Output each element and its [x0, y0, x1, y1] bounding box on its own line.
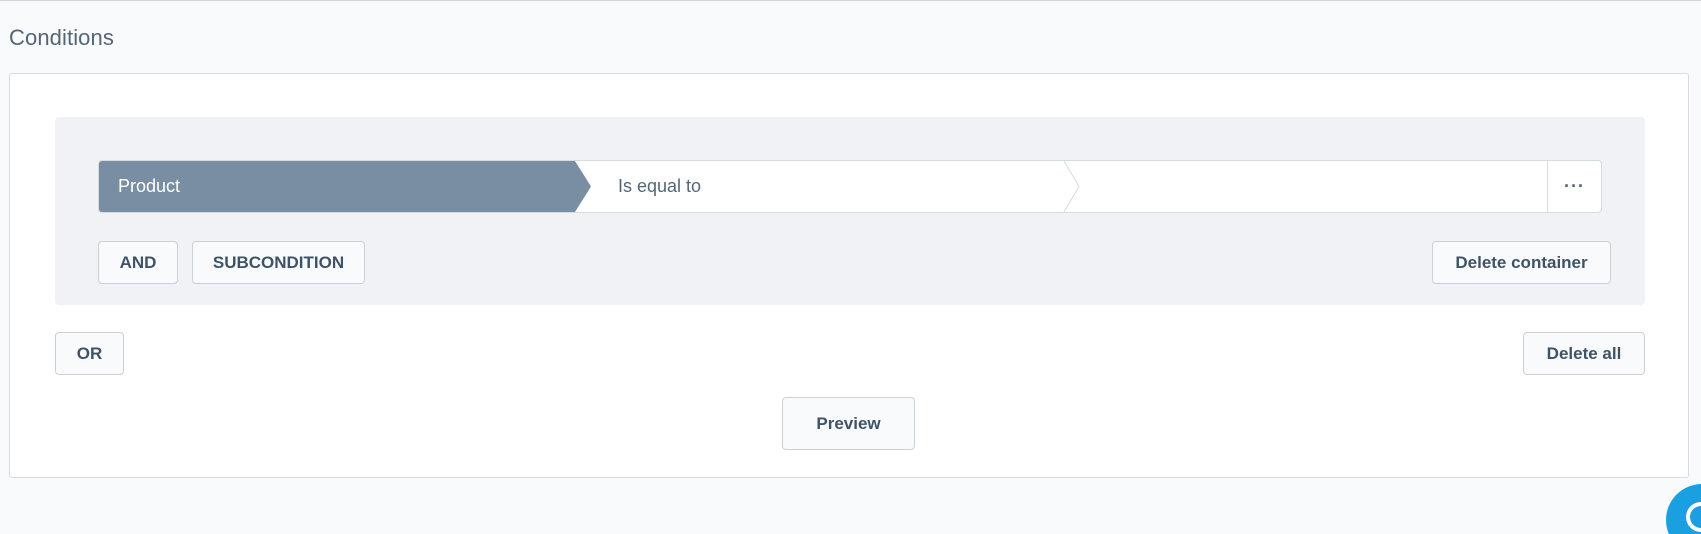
condition-value-input[interactable] — [1081, 161, 1549, 212]
help-chat-button[interactable] — [1666, 484, 1701, 534]
chevron-right-icon — [1063, 161, 1080, 212]
and-button[interactable]: AND — [98, 241, 178, 284]
condition-container: Product Is equal to ··· AND SUBCONDITION… — [55, 117, 1645, 305]
delete-all-button[interactable]: Delete all — [1523, 332, 1645, 375]
top-divider — [0, 0, 1701, 1]
ellipsis-icon: ··· — [1564, 176, 1585, 196]
preview-button[interactable]: Preview — [782, 397, 915, 450]
or-button[interactable]: OR — [55, 332, 124, 375]
condition-row: Product Is equal to ··· — [98, 160, 1602, 213]
chat-help-icon — [1686, 502, 1701, 532]
delete-container-button[interactable]: Delete container — [1432, 241, 1611, 284]
condition-operator-selector[interactable]: Is equal to — [591, 161, 1081, 212]
conditions-card: Product Is equal to ··· AND SUBCONDITION… — [9, 73, 1689, 478]
condition-more-button[interactable]: ··· — [1547, 161, 1601, 212]
section-title: Conditions — [9, 25, 114, 50]
subcondition-button[interactable]: SUBCONDITION — [192, 241, 365, 284]
condition-field-selector[interactable]: Product — [99, 161, 591, 212]
